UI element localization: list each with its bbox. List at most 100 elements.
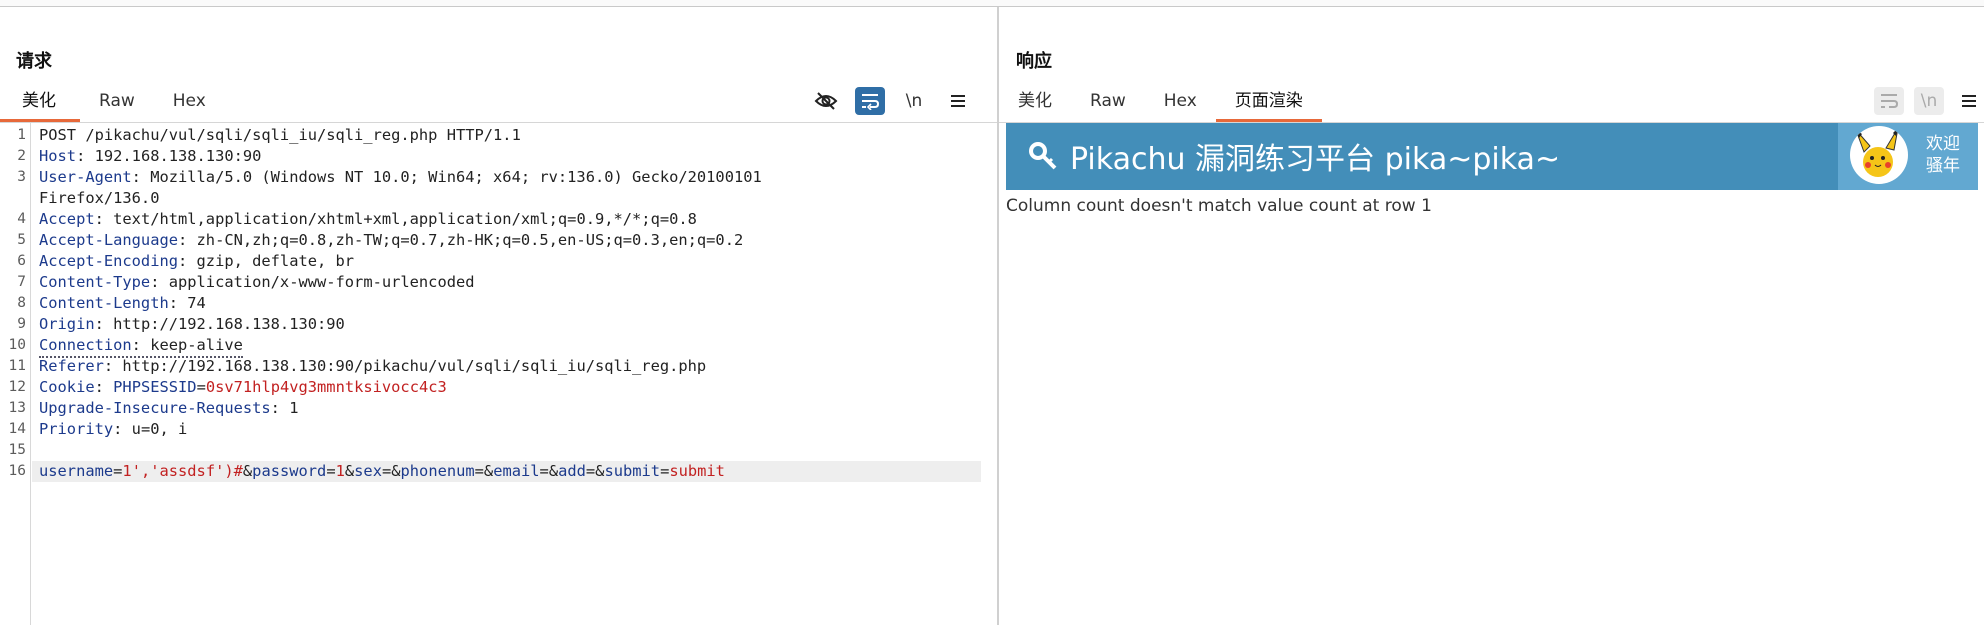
code-line[interactable]: 12 Cookie: PHPSESSID=0sv71hlp4vg3mmntksiv… [0, 377, 981, 398]
code-line[interactable]: 5 Accept-Language: zh-CN,zh;q=0.8,zh-TW;q… [0, 230, 981, 251]
options-menu-button[interactable] [943, 87, 973, 115]
hamburger-menu-icon [1962, 95, 1976, 107]
line-number: 16 [8, 463, 26, 479]
tab-render[interactable]: 页面渲染 [1215, 83, 1322, 122]
response-title: 响应 [1016, 51, 1052, 72]
word-wrap-icon [1881, 94, 1899, 108]
options-menu-button[interactable] [1954, 87, 1984, 115]
token-text: : 74 [168, 294, 206, 312]
code-text: Connection: keep-alive [39, 335, 243, 358]
token-key: Content-Type [39, 273, 151, 291]
request-tabs: 美化 Raw Hex [0, 83, 225, 123]
token-text: : http://192.168.138.130:90 [94, 315, 345, 333]
code-text: username=1','assdsf')#&password=1&sex=&p… [39, 461, 725, 482]
token-text: : text/html,application/xhtml+xml,applic… [94, 210, 697, 228]
token-text: =& [585, 462, 605, 480]
token-key: Accept-Language [39, 231, 178, 249]
token-key: Accept-Encoding [39, 252, 178, 270]
token-key: submit [604, 462, 661, 480]
word-wrap-button[interactable] [1874, 87, 1904, 115]
tab-hex[interactable]: Hex [154, 83, 225, 119]
token-key: Host [39, 147, 77, 165]
token-text: POST /pikachu/vul/sqli/sqli_iu/sqli_reg.… [39, 126, 521, 144]
token-key: Origin [39, 315, 95, 333]
code-text: Accept: text/html,application/xhtml+xml,… [39, 209, 697, 230]
code-line[interactable]: 3 User-Agent: Mozilla/5.0 (Windows NT 10.… [0, 167, 981, 188]
code-line[interactable]: 10 Connection: keep-alive [0, 335, 981, 358]
newline-toggle-button[interactable]: \n [1914, 87, 1944, 115]
code-text: Upgrade-Insecure-Requests: 1 [39, 398, 298, 419]
token-text: : [94, 378, 114, 396]
welcome-text: 欢迎 骚年 [1926, 133, 1960, 177]
token-text: = [196, 378, 206, 396]
token-key: username [39, 462, 114, 480]
hide-nonprintable-button[interactable] [811, 87, 841, 115]
code-line[interactable]: 13 Upgrade-Insecure-Requests: 1 [0, 398, 981, 419]
hamburger-menu-icon [951, 95, 965, 107]
brand-title: Pikachu 漏洞练习平台 pika~pika~ [1070, 142, 1561, 177]
token-text: : 1 [270, 399, 299, 417]
token-text: : zh-CN,zh;q=0.8,zh-TW;q=0.7,zh-HK;q=0.5… [178, 231, 744, 249]
code-line[interactable]: 11 Referer: http://192.168.138.130:90/pik… [0, 356, 981, 377]
token-text: =& [539, 462, 559, 480]
line-number: 1 [17, 127, 26, 143]
code-text: Content-Length: 74 [39, 293, 206, 314]
response-toolbar: \n [1874, 87, 1984, 115]
wrench-key-icon [1029, 142, 1057, 170]
tab-raw[interactable]: Raw [1071, 83, 1145, 119]
code-line[interactable]: 8 Content-Length: 74 [0, 293, 981, 314]
tab-hex[interactable]: Hex [1145, 83, 1216, 119]
code-line[interactable]: 14 Priority: u=0, i [0, 419, 981, 440]
code-text: Priority: u=0, i [39, 419, 187, 440]
code-line[interactable]: 4 Accept: text/html,application/xhtml+xml… [0, 209, 981, 230]
error-message: Column count doesn't match value count a… [1006, 196, 1432, 216]
tab-pretty[interactable]: 美化 [0, 83, 80, 122]
token-text: : gzip, deflate, br [178, 252, 355, 270]
token-value: 1','assdsf')# [122, 462, 243, 480]
code-text: Accept-Language: zh-CN,zh;q=0.8,zh-TW;q=… [39, 230, 743, 251]
code-line[interactable]: 2 Host: 192.168.138.130:90 [0, 146, 981, 167]
response-tabs: 美化 Raw Hex 页面渲染 [999, 83, 1322, 123]
code-text: Origin: http://192.168.138.130:90 [39, 314, 345, 335]
code-line[interactable]: 15 [0, 440, 981, 461]
request-title: 请求 [16, 51, 52, 72]
token-value: 0sv71hlp4vg3mmntksivocc4c3 [205, 378, 447, 396]
welcome-line-1: 欢迎 [1926, 134, 1960, 154]
word-wrap-icon [862, 94, 880, 110]
request-toolbar: \n [811, 87, 973, 115]
line-number: 9 [17, 316, 26, 332]
code-line[interactable]: Firefox/136.0 [0, 188, 981, 209]
word-wrap-button[interactable] [855, 87, 885, 115]
code-line[interactable]: 9 Origin: http://192.168.138.130:90 [0, 314, 981, 335]
line-number: 13 [8, 400, 26, 416]
code-line[interactable]: 7 Content-Type: application/x-www-form-ur… [0, 272, 981, 293]
line-number: 11 [8, 358, 26, 374]
token-key: User-Agent [39, 168, 132, 186]
code-line[interactable]: 1 POST /pikachu/vul/sqli/sqli_iu/sqli_reg… [0, 125, 981, 146]
token-key: Priority [39, 420, 114, 438]
code-line[interactable]: 16 username=1','assdsf')#&password=1&sex=… [0, 461, 981, 482]
token-key: PHPSESSID [113, 378, 197, 396]
token-key: email [493, 462, 540, 480]
line-number: 15 [8, 442, 26, 458]
tab-raw[interactable]: Raw [80, 83, 154, 119]
line-number: 10 [8, 337, 26, 353]
request-editor[interactable]: 1 POST /pikachu/vul/sqli/sqli_iu/sqli_reg… [0, 123, 981, 625]
code-text: Host: 192.168.138.130:90 [39, 146, 261, 167]
code-text: Cookie: PHPSESSID=0sv71hlp4vg3mmntksivoc… [39, 377, 447, 398]
token-text: : 192.168.138.130:90 [76, 147, 262, 165]
token-key: phonenum [400, 462, 475, 480]
pikachu-avatar [1850, 126, 1908, 184]
code-text: Firefox/136.0 [39, 188, 159, 209]
token-key: Accept [39, 210, 95, 228]
tab-pretty[interactable]: 美化 [999, 83, 1071, 119]
token-key: Upgrade-Insecure-Requests [39, 399, 271, 417]
newline-toggle-button[interactable]: \n [899, 87, 929, 115]
brand[interactable]: Pikachu 漏洞练习平台 pika~pika~ [1028, 136, 1561, 177]
user-box[interactable]: 欢迎 骚年 [1838, 123, 1978, 190]
token-key: sex [354, 462, 382, 480]
response-pane: 响应 美化 Raw Hex 页面渲染 \n Pikachu 漏洞练习平台 pik… [999, 7, 1984, 625]
code-text: Content-Type: application/x-www-form-url… [39, 272, 475, 293]
token-text: : application/x-www-form-urlencoded [150, 273, 475, 291]
code-line[interactable]: 6 Accept-Encoding: gzip, deflate, br [0, 251, 981, 272]
